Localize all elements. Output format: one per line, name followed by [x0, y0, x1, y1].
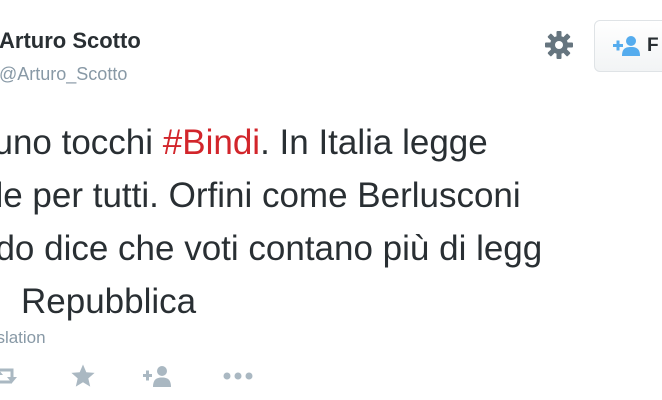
follow-icon[interactable]	[143, 362, 173, 390]
author-handle[interactable]: @Arturo_Scotto	[0, 64, 127, 85]
tweet-line-3: ndo dice che voti contano più di legg	[0, 229, 543, 268]
tweet-line-2: ale per tutti. Orfini come Berlusconi	[0, 176, 521, 215]
hashtag-link[interactable]: #Bindi	[163, 123, 260, 162]
add-user-icon	[613, 35, 641, 57]
tweet-card: Arturo Scotto @Arturo_Scotto F uno tocch…	[0, 0, 662, 400]
tweet-actions	[0, 358, 662, 398]
more-icon[interactable]	[223, 362, 253, 390]
tweet-text: suno tocchi #Bindi. In Italia legge ale …	[0, 116, 662, 328]
follow-button-label: F	[647, 35, 659, 56]
favorite-icon[interactable]	[70, 362, 96, 390]
view-translation-link[interactable]: nslation	[0, 328, 46, 348]
retweet-icon[interactable]	[0, 362, 18, 390]
tweet-text-segment: . In Italia legge	[260, 123, 488, 162]
tweet-line-4: Repubblica	[21, 282, 197, 321]
gear-icon[interactable]	[544, 30, 574, 60]
follow-button[interactable]: F	[594, 20, 662, 72]
tweet-text-segment: suno tocchi	[0, 123, 154, 162]
author-name[interactable]: Arturo Scotto	[0, 28, 141, 54]
tweet-line-1: suno tocchi #Bindi. In Italia legge	[0, 116, 662, 169]
